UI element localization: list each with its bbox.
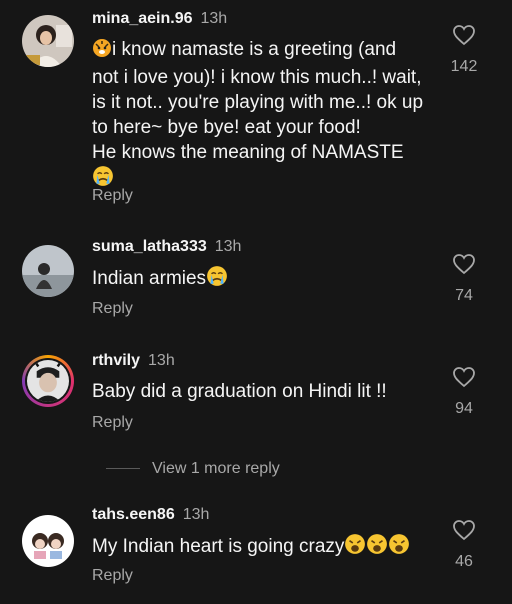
username[interactable]: tahs.een86: [92, 506, 175, 523]
comment-header: tahs.een86 13h: [92, 505, 209, 525]
view-more-replies[interactable]: View 1 more reply: [106, 460, 280, 478]
comment-line: not i love you)! i know this much..! wai…: [92, 67, 422, 88]
heart-icon: [453, 254, 475, 275]
crying-emoji: [206, 265, 228, 294]
avatar[interactable]: [22, 15, 74, 67]
view-more-label: View 1 more reply: [152, 460, 280, 477]
avatar-image: [22, 15, 74, 67]
like-count: 74: [455, 287, 473, 304]
comment-line: is it not.. you're playing with me..! ok…: [92, 92, 424, 113]
avatar[interactable]: [22, 515, 74, 567]
avatar-image: [27, 360, 69, 402]
timestamp: 13h: [148, 352, 175, 369]
comment-text: i know namaste is a greeting (and not i …: [92, 37, 444, 194]
avatar-image: [22, 515, 74, 567]
comment-line: i know namaste is a greeting (and: [112, 39, 397, 60]
weary-emoji: [344, 533, 366, 562]
username[interactable]: rthvily: [92, 352, 140, 369]
timestamp: 13h: [182, 506, 210, 523]
username[interactable]: mina_aein.96: [92, 10, 193, 27]
comment-text: Indian armies: [92, 265, 444, 294]
comment-header: suma_latha333 13h: [92, 237, 241, 257]
avatar[interactable]: [22, 245, 74, 297]
divider-line: [106, 468, 140, 470]
comment-text: My Indian heart is going crazy: [92, 533, 444, 562]
comment-header: mina_aein.96 13h: [92, 9, 227, 29]
comment-text: Baby did a graduation on Hindi lit !!: [92, 381, 387, 402]
avatar[interactable]: [22, 355, 74, 407]
comment-header: rthvily 13h: [92, 351, 175, 371]
like-button[interactable]: 46: [446, 519, 482, 571]
weary-emoji: [388, 533, 410, 562]
avatar-image: [22, 245, 74, 297]
reply-button[interactable]: Reply: [92, 300, 133, 318]
timestamp: 13h: [214, 238, 242, 255]
reply-button[interactable]: Reply: [92, 187, 133, 205]
username[interactable]: suma_latha333: [92, 238, 207, 255]
story-ring: [25, 358, 71, 404]
like-button[interactable]: 142: [446, 24, 482, 76]
like-count: 142: [450, 58, 478, 75]
heart-icon: [453, 25, 475, 46]
comment-line: He knows the meaning of NAMASTE: [92, 142, 404, 163]
tiger-emoji: [92, 38, 112, 65]
reply-button[interactable]: Reply: [92, 567, 133, 585]
like-button[interactable]: 74: [446, 253, 482, 305]
like-count: 46: [455, 553, 473, 570]
heart-icon: [453, 520, 475, 541]
weary-emoji: [366, 533, 388, 562]
comment-line: to here~ bye bye! eat your food!: [92, 117, 361, 138]
like-button[interactable]: 94: [446, 366, 482, 418]
heart-icon: [453, 367, 475, 388]
timestamp: 13h: [200, 10, 228, 27]
reply-button[interactable]: Reply: [92, 414, 133, 432]
like-count: 94: [455, 400, 473, 417]
